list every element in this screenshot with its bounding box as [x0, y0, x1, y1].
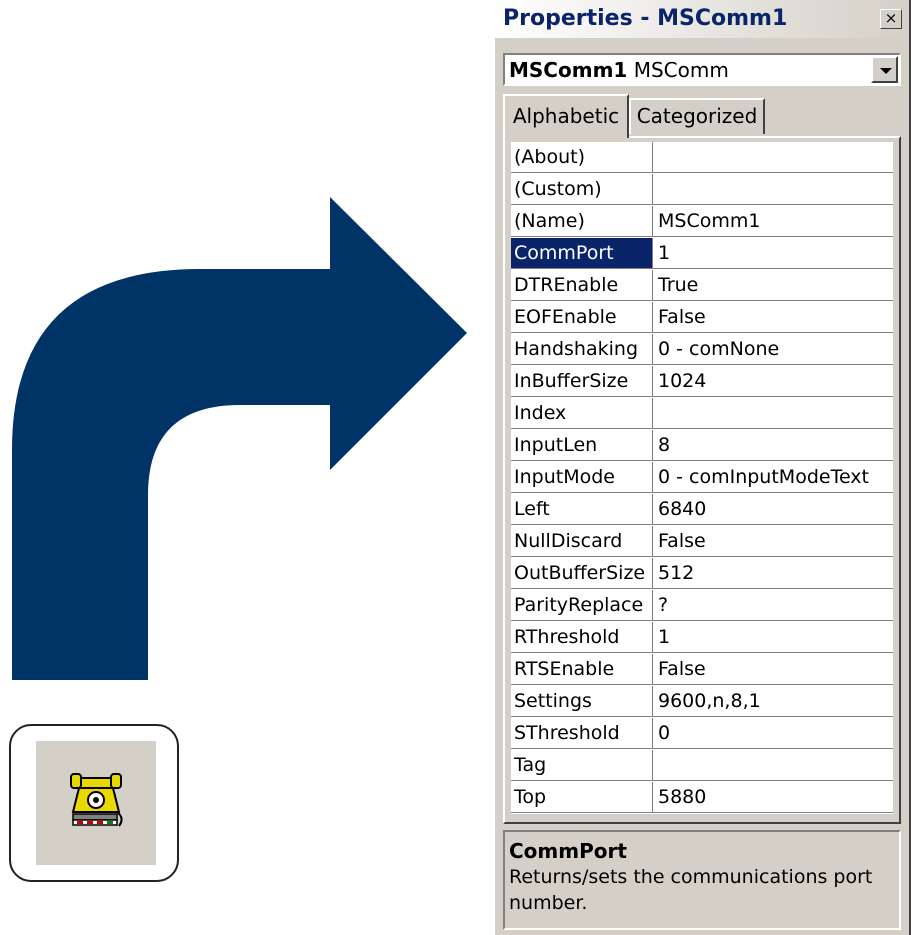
property-name[interactable]: CommPort [511, 238, 653, 269]
property-row[interactable]: Handshaking 0 - comNone [511, 334, 893, 366]
property-value[interactable]: 0 - comInputModeText [653, 462, 893, 493]
chevron-down-icon[interactable] [871, 56, 898, 83]
property-name[interactable]: (Name) [511, 206, 653, 237]
property-row[interactable]: InputLen 8 [511, 430, 893, 462]
object-type: MSComm [633, 58, 729, 82]
property-value[interactable]: ? [653, 590, 893, 621]
property-name[interactable]: InputMode [511, 462, 653, 493]
property-row[interactable]: InBufferSize 1024 [511, 366, 893, 398]
property-value[interactable]: 5880 [653, 782, 893, 813]
property-row[interactable]: CommPort 1 [511, 238, 893, 270]
property-grid-frame: (About) (Custom) (Name) MSComm1 CommPort 1 DTR… [503, 136, 901, 824]
description-title: CommPort [509, 839, 627, 863]
property-name[interactable]: Handshaking [511, 334, 653, 365]
property-name[interactable]: Index [511, 398, 653, 429]
property-name[interactable]: Left [511, 494, 653, 525]
property-row[interactable]: Settings 9600,n,8,1 [511, 686, 893, 718]
property-value[interactable]: 6840 [653, 494, 893, 525]
property-row[interactable]: ParityReplace? [511, 590, 893, 622]
property-name[interactable]: OutBufferSize [511, 558, 653, 589]
property-row[interactable]: Tag [511, 750, 893, 782]
property-row[interactable]: InputMode 0 - comInputModeText [511, 462, 893, 494]
window-title: Properties - MSComm1 [503, 6, 788, 31]
property-value[interactable]: 0 - comNone [653, 334, 893, 365]
property-name[interactable]: SThreshold [511, 718, 653, 749]
property-row[interactable]: (Name) MSComm1 [511, 206, 893, 238]
property-value[interactable]: 1 [653, 622, 893, 653]
property-row[interactable]: SThreshold 0 [511, 718, 893, 750]
property-value[interactable] [653, 174, 893, 205]
description-pane: CommPort Returns/sets the communications… [503, 830, 901, 930]
properties-window: Properties - MSComm1 × MSComm1 MSComm Al… [493, 0, 911, 935]
curved-arrow-icon [12, 197, 467, 680]
property-value[interactable] [653, 142, 893, 173]
property-name[interactable]: (Custom) [511, 174, 653, 205]
property-value[interactable]: False [653, 654, 893, 685]
property-name[interactable]: RTSEnable [511, 654, 653, 685]
property-name[interactable]: Settings [511, 686, 653, 717]
property-name[interactable]: EOFEnable [511, 302, 653, 333]
property-name[interactable]: (About) [511, 142, 653, 173]
close-button[interactable]: × [880, 9, 902, 29]
property-value[interactable]: MSComm1 [653, 206, 893, 237]
property-value[interactable]: 1024 [653, 366, 893, 397]
property-row[interactable]: Top 5880 [511, 782, 893, 814]
property-value[interactable]: 0 [653, 718, 893, 749]
property-value[interactable]: False [653, 526, 893, 557]
property-name[interactable]: InputLen [511, 430, 653, 461]
property-row[interactable]: (Custom) [511, 174, 893, 206]
property-grid: (About) (Custom) (Name) MSComm1 CommPort 1 DTR… [511, 142, 893, 814]
property-value[interactable] [653, 750, 893, 781]
property-name[interactable]: NullDiscard [511, 526, 653, 557]
property-row[interactable]: OutBufferSize 512 [511, 558, 893, 590]
property-row[interactable]: Index [511, 398, 893, 430]
property-row[interactable]: NullDiscard False [511, 526, 893, 558]
property-row[interactable]: RTSEnable False [511, 654, 893, 686]
property-row[interactable]: DTREnable True [511, 270, 893, 302]
property-row[interactable]: EOFEnable False [511, 302, 893, 334]
property-row[interactable]: RThreshold 1 [511, 622, 893, 654]
property-value[interactable]: 1 [653, 238, 893, 269]
property-name[interactable]: ParityReplace [511, 590, 653, 621]
property-value[interactable]: 9600,n,8,1 [653, 686, 893, 717]
property-value[interactable]: 512 [653, 558, 893, 589]
telephone-icon [70, 773, 123, 827]
property-row[interactable]: Left 6840 [511, 494, 893, 526]
property-value[interactable] [653, 398, 893, 429]
property-name[interactable]: DTREnable [511, 270, 653, 301]
tab-categorized[interactable]: Categorized [629, 98, 765, 134]
toolbox-button[interactable] [36, 741, 156, 865]
property-name[interactable]: InBufferSize [511, 366, 653, 397]
property-value[interactable]: False [653, 302, 893, 333]
property-row[interactable]: (About) [511, 142, 893, 174]
object-selector-value: MSComm1 MSComm [509, 58, 729, 82]
mscomm-control-frame [9, 724, 179, 882]
property-value[interactable]: 8 [653, 430, 893, 461]
title-bar[interactable]: Properties - MSComm1 × [495, 0, 909, 38]
tab-alphabetic[interactable]: Alphabetic [503, 94, 629, 138]
property-name[interactable]: Top [511, 782, 653, 813]
property-name[interactable]: Tag [511, 750, 653, 781]
property-name[interactable]: RThreshold [511, 622, 653, 653]
object-name: MSComm1 [509, 58, 628, 82]
description-text: Returns/sets the communications port num… [509, 866, 873, 914]
object-selector[interactable]: MSComm1 MSComm [503, 53, 901, 86]
property-value[interactable]: True [653, 270, 893, 301]
